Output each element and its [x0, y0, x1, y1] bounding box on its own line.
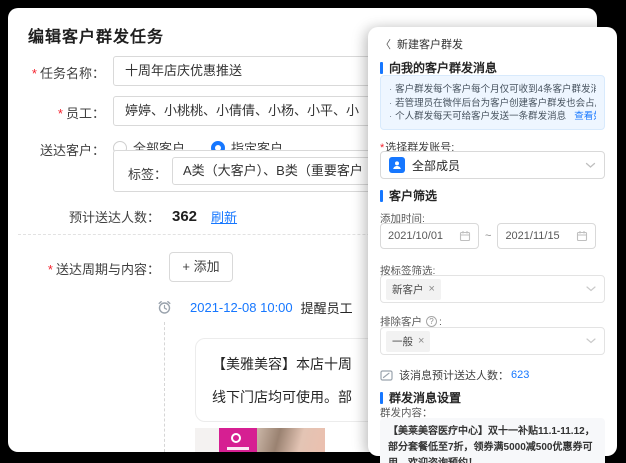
- required-mark: *: [48, 262, 53, 277]
- remove-tag-icon[interactable]: ×: [429, 283, 435, 295]
- tip-line: ·若管理员在微伴后台为客户创建客户群发也会占用群发机会: [389, 97, 596, 111]
- exclude-select[interactable]: 一般 ×: [380, 327, 605, 355]
- alarm-clock-icon: [157, 300, 172, 315]
- message-image-thumbnail[interactable]: [195, 428, 325, 452]
- reminder-time[interactable]: 2021-12-08 10:00: [190, 300, 293, 315]
- cycle-label: *送达周期与内容：: [8, 259, 160, 278]
- calendar-icon: [576, 230, 588, 242]
- back-button[interactable]: 〈 新建客户群发: [380, 36, 605, 52]
- how-to-send-link[interactable]: 查看如何发送: [574, 111, 596, 122]
- tag-chip: 新客户 ×: [386, 279, 441, 300]
- estimate-value: 362: [172, 208, 197, 225]
- tilde-separator: ~: [485, 230, 491, 242]
- section-send-header: 向我的客户群发消息: [380, 59, 605, 76]
- section-filter-header: 客户筛选: [380, 187, 605, 204]
- message-send-icon: [380, 369, 393, 382]
- chevron-down-icon: [585, 162, 596, 169]
- refresh-link[interactable]: 刷新: [211, 207, 237, 226]
- tag-chip: 一般 ×: [386, 331, 430, 352]
- date-range-row: 2021/10/01 ~ 2021/11/15: [380, 223, 605, 249]
- panel-estimate-value: 623: [511, 369, 529, 381]
- timeline-dashed-line: [164, 322, 165, 452]
- estimate-row: 预计送达人数： 362 刷新: [8, 207, 237, 226]
- remove-tag-icon[interactable]: ×: [418, 335, 424, 347]
- back-icon: 〈: [380, 36, 391, 52]
- required-mark: *: [58, 106, 63, 121]
- panel-estimate-row: 该消息预计送达人数： 623: [380, 367, 605, 383]
- screen: 编辑客户群发任务 *任务名称： 十周年店庆优惠推送 *员工： 婷婷、小桃桃、小倩…: [0, 0, 626, 463]
- logo-text-bar: [227, 447, 249, 450]
- tag-filter-select[interactable]: 新客户 ×: [380, 275, 605, 303]
- panel-title: 新建客户群发: [397, 36, 463, 52]
- date-from-input[interactable]: 2021/10/01: [380, 223, 479, 249]
- calendar-icon: [459, 230, 471, 242]
- page-title: 编辑客户群发任务: [28, 23, 164, 47]
- content-text-box[interactable]: 【美莱美容医疗中心】双十一补贴11.1-11.12，部分套餐低至7折，领券满50…: [380, 418, 605, 463]
- tips-box: ·客户群发每个客户每个月仅可收到4条客户群发消息 ·若管理员在微伴后台为客户创建…: [380, 75, 605, 130]
- section-accent-bar: [380, 190, 383, 202]
- delivery-label: 送达客户：: [8, 140, 105, 159]
- date-to-input[interactable]: 2021/11/15: [497, 223, 596, 249]
- help-question-icon[interactable]: ?: [426, 316, 437, 327]
- tag-label: 标签：: [128, 164, 167, 183]
- section-accent-bar: [380, 62, 383, 74]
- reminder-text: 提醒员工: [301, 298, 353, 317]
- task-name-label: *任务名称：: [8, 63, 105, 82]
- photo-area: [257, 428, 325, 452]
- chevron-down-icon: [586, 338, 596, 344]
- reminder-row: 2021-12-08 10:00 提醒员工: [157, 298, 353, 317]
- section-message-header: 群发消息设置: [380, 389, 605, 406]
- chevron-down-icon: [586, 286, 596, 292]
- account-select[interactable]: 全部成员: [380, 151, 605, 179]
- section-accent-bar: [380, 392, 383, 404]
- estimate-label: 预计送达人数：: [8, 207, 160, 226]
- required-mark: *: [32, 66, 37, 81]
- logo-ring-icon: [231, 433, 241, 443]
- account-value: 全部成员: [412, 157, 585, 174]
- panel-estimate-label: 该消息预计送达人数：: [399, 367, 509, 383]
- brand-logo-block: [219, 428, 257, 452]
- member-avatar-icon: [389, 157, 405, 173]
- new-group-send-panel: 〈 新建客户群发 向我的客户群发消息 ·客户群发每个客户每个月仅可收到4条客户群…: [368, 27, 617, 456]
- tip-line: ·客户群发每个客户每个月仅可收到4条客户群发消息: [389, 83, 596, 97]
- add-button[interactable]: + 添加: [169, 252, 233, 282]
- tip-line: ·个人群发每天可给客户发送一条群发消息查看如何发送: [389, 110, 596, 124]
- thumbnail-margin: [195, 428, 219, 452]
- staff-label: *员工：: [8, 103, 105, 122]
